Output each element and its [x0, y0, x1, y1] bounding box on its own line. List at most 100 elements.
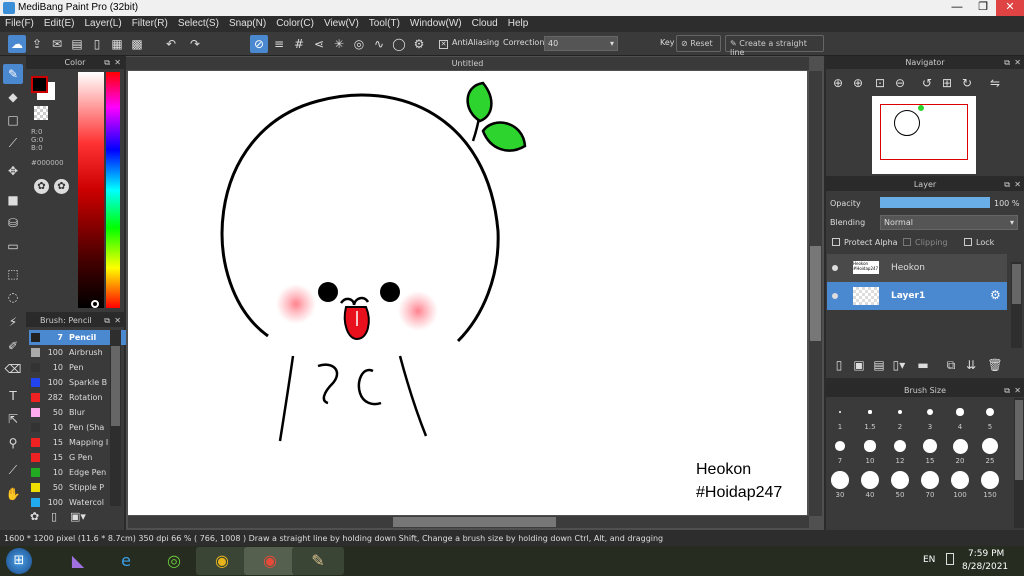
internet-explorer-icon[interactable]: e: [100, 547, 152, 575]
bucket-tool-icon[interactable]: ⛁: [3, 213, 23, 233]
brush-size-dot[interactable]: [861, 471, 879, 489]
cross-snap-icon[interactable]: #: [290, 35, 308, 53]
brush-list-scrollbar[interactable]: [110, 330, 121, 506]
eye-icon[interactable]: [832, 293, 838, 299]
shape-tool-icon[interactable]: □: [3, 110, 23, 130]
visual-studio-icon[interactable]: ◣: [52, 547, 104, 575]
zoom-out-icon[interactable]: ⊖: [891, 74, 909, 92]
close-icon[interactable]: ✕: [1014, 56, 1021, 69]
select-rect-tool-icon[interactable]: ⬚: [3, 264, 23, 284]
select-pen-tool-icon[interactable]: ✐: [3, 336, 23, 356]
correction-select[interactable]: 40 ▾: [544, 36, 618, 51]
fit-window-icon[interactable]: ⊡: [871, 74, 889, 92]
redo-icon[interactable]: ↷: [186, 35, 204, 53]
brush-size-dot[interactable]: [864, 440, 876, 452]
layer-name[interactable]: Heokon: [891, 263, 925, 273]
scroll-thumb[interactable]: [1012, 264, 1021, 304]
brush-size-dot[interactable]: [981, 471, 999, 489]
color-value-gradient[interactable]: [78, 72, 104, 308]
share-icon[interactable]: ⇪: [28, 35, 46, 53]
menu-color[interactable]: Color(C): [271, 16, 319, 29]
menu-cloud[interactable]: Cloud: [467, 16, 503, 29]
close-icon[interactable]: ✕: [1014, 178, 1021, 191]
opacity-slider[interactable]: [880, 197, 990, 208]
brush-size-dot[interactable]: [956, 408, 964, 416]
navigator-preview[interactable]: [872, 96, 976, 174]
vanish-snap-icon[interactable]: ⋖: [310, 35, 328, 53]
menu-file[interactable]: File(F): [0, 16, 39, 29]
menu-snap[interactable]: Snap(N): [224, 16, 271, 29]
line-tool-icon[interactable]: ⟋: [3, 133, 23, 153]
layer-name[interactable]: Layer1: [891, 291, 925, 301]
hue-slider[interactable]: [106, 72, 120, 308]
popout-icon[interactable]: ⧉: [104, 56, 110, 69]
eye-icon[interactable]: [832, 265, 838, 271]
rotate-right-icon[interactable]: ↻: [958, 74, 976, 92]
rotate-reset-icon[interactable]: ⊞: [938, 74, 956, 92]
close-button[interactable]: ✕: [996, 0, 1024, 16]
rotate-left-icon[interactable]: ↺: [918, 74, 936, 92]
menu-filter[interactable]: Filter(R): [127, 16, 173, 29]
popout-icon[interactable]: ⧉: [1004, 384, 1010, 397]
gear-icon[interactable]: ⚙: [990, 288, 1001, 302]
transparent-swatch[interactable]: [34, 106, 48, 120]
settings-icon[interactable]: ⚙: [410, 35, 428, 53]
comment-icon[interactable]: ✉: [48, 35, 66, 53]
maximize-button[interactable]: ❐: [970, 0, 996, 16]
clock-date[interactable]: 8/28/2021: [962, 562, 1008, 572]
eraser-tool-icon[interactable]: ◆: [3, 87, 23, 107]
chrome-icon[interactable]: ◉: [196, 547, 248, 575]
antialiasing-checkbox[interactable]: ✕: [439, 40, 448, 49]
flip-icon[interactable]: ⇋: [986, 74, 1004, 92]
ellipse-snap-icon[interactable]: ◯: [390, 35, 408, 53]
language-indicator[interactable]: EN: [923, 555, 935, 565]
brush-size-dot[interactable]: [952, 438, 968, 454]
clock-time[interactable]: 7:59 PM: [968, 549, 1004, 559]
duplicate-layer-icon[interactable]: ⧉: [942, 356, 960, 374]
menu-edit[interactable]: Edit(E): [39, 16, 80, 29]
flag-icon[interactable]: [946, 553, 954, 565]
merge-down-icon[interactable]: ⇊: [962, 356, 980, 374]
delete-layer-icon[interactable]: 🗑: [986, 356, 1004, 374]
brush-size-dot[interactable]: [839, 411, 841, 413]
layer-add-menu-icon[interactable]: ▯▾: [890, 356, 908, 374]
scroll-thumb[interactable]: [810, 246, 821, 341]
brush-size-dot[interactable]: [893, 439, 907, 453]
zoom-in-alt-icon[interactable]: ⊕: [849, 74, 867, 92]
lasso-tool-icon[interactable]: ◌: [3, 287, 23, 307]
magic-wand-tool-icon[interactable]: ⚡: [3, 312, 23, 332]
add-brush-icon[interactable]: ✿: [30, 510, 39, 523]
brush-size-dot[interactable]: [891, 471, 909, 489]
minimize-button[interactable]: —: [944, 0, 970, 16]
select-eraser-tool-icon[interactable]: ⌫: [3, 359, 23, 379]
scroll-thumb[interactable]: [1015, 400, 1023, 480]
color-picker-cursor[interactable]: [91, 300, 99, 308]
fill-rect-tool-icon[interactable]: ■: [3, 190, 23, 210]
brush-menu-icon[interactable]: ▣▾: [70, 510, 86, 523]
canvas[interactable]: Heokon #Hoidap247: [128, 71, 807, 515]
parallel-snap-icon[interactable]: ≡: [270, 35, 288, 53]
medibang-icon[interactable]: ◉: [244, 547, 296, 575]
straight-line-button[interactable]: ✎ Create a straight line: [725, 35, 824, 57]
popout-icon[interactable]: ⧉: [1004, 178, 1010, 191]
brush-size-dot[interactable]: [985, 407, 995, 417]
gradient-tool-icon[interactable]: ▭: [3, 236, 23, 256]
scroll-thumb[interactable]: [111, 346, 120, 426]
protect-alpha-checkbox[interactable]: [832, 238, 840, 246]
coccoc-icon[interactable]: ◎: [148, 547, 200, 575]
close-icon[interactable]: ✕: [1014, 384, 1021, 397]
close-icon[interactable]: ✕: [114, 56, 121, 69]
new-brush-icon[interactable]: ▯: [51, 510, 57, 523]
new-8bit-layer-icon[interactable]: ▤: [870, 356, 888, 374]
menu-view[interactable]: View(V): [319, 16, 364, 29]
new-halftone-layer-icon[interactable]: ▣: [850, 356, 868, 374]
menu-select[interactable]: Select(S): [173, 16, 224, 29]
brush-size-dot[interactable]: [868, 410, 872, 414]
radial-snap-icon[interactable]: ✳: [330, 35, 348, 53]
brush-tool-icon[interactable]: ✎: [3, 64, 23, 84]
divide-tool-icon[interactable]: ⟋: [3, 460, 23, 480]
zoom-in-icon[interactable]: ⊕: [829, 74, 847, 92]
text-tool-icon[interactable]: T: [3, 386, 23, 406]
brush-size-dot[interactable]: [921, 471, 939, 489]
brush-size-scrollbar[interactable]: [1014, 398, 1024, 528]
